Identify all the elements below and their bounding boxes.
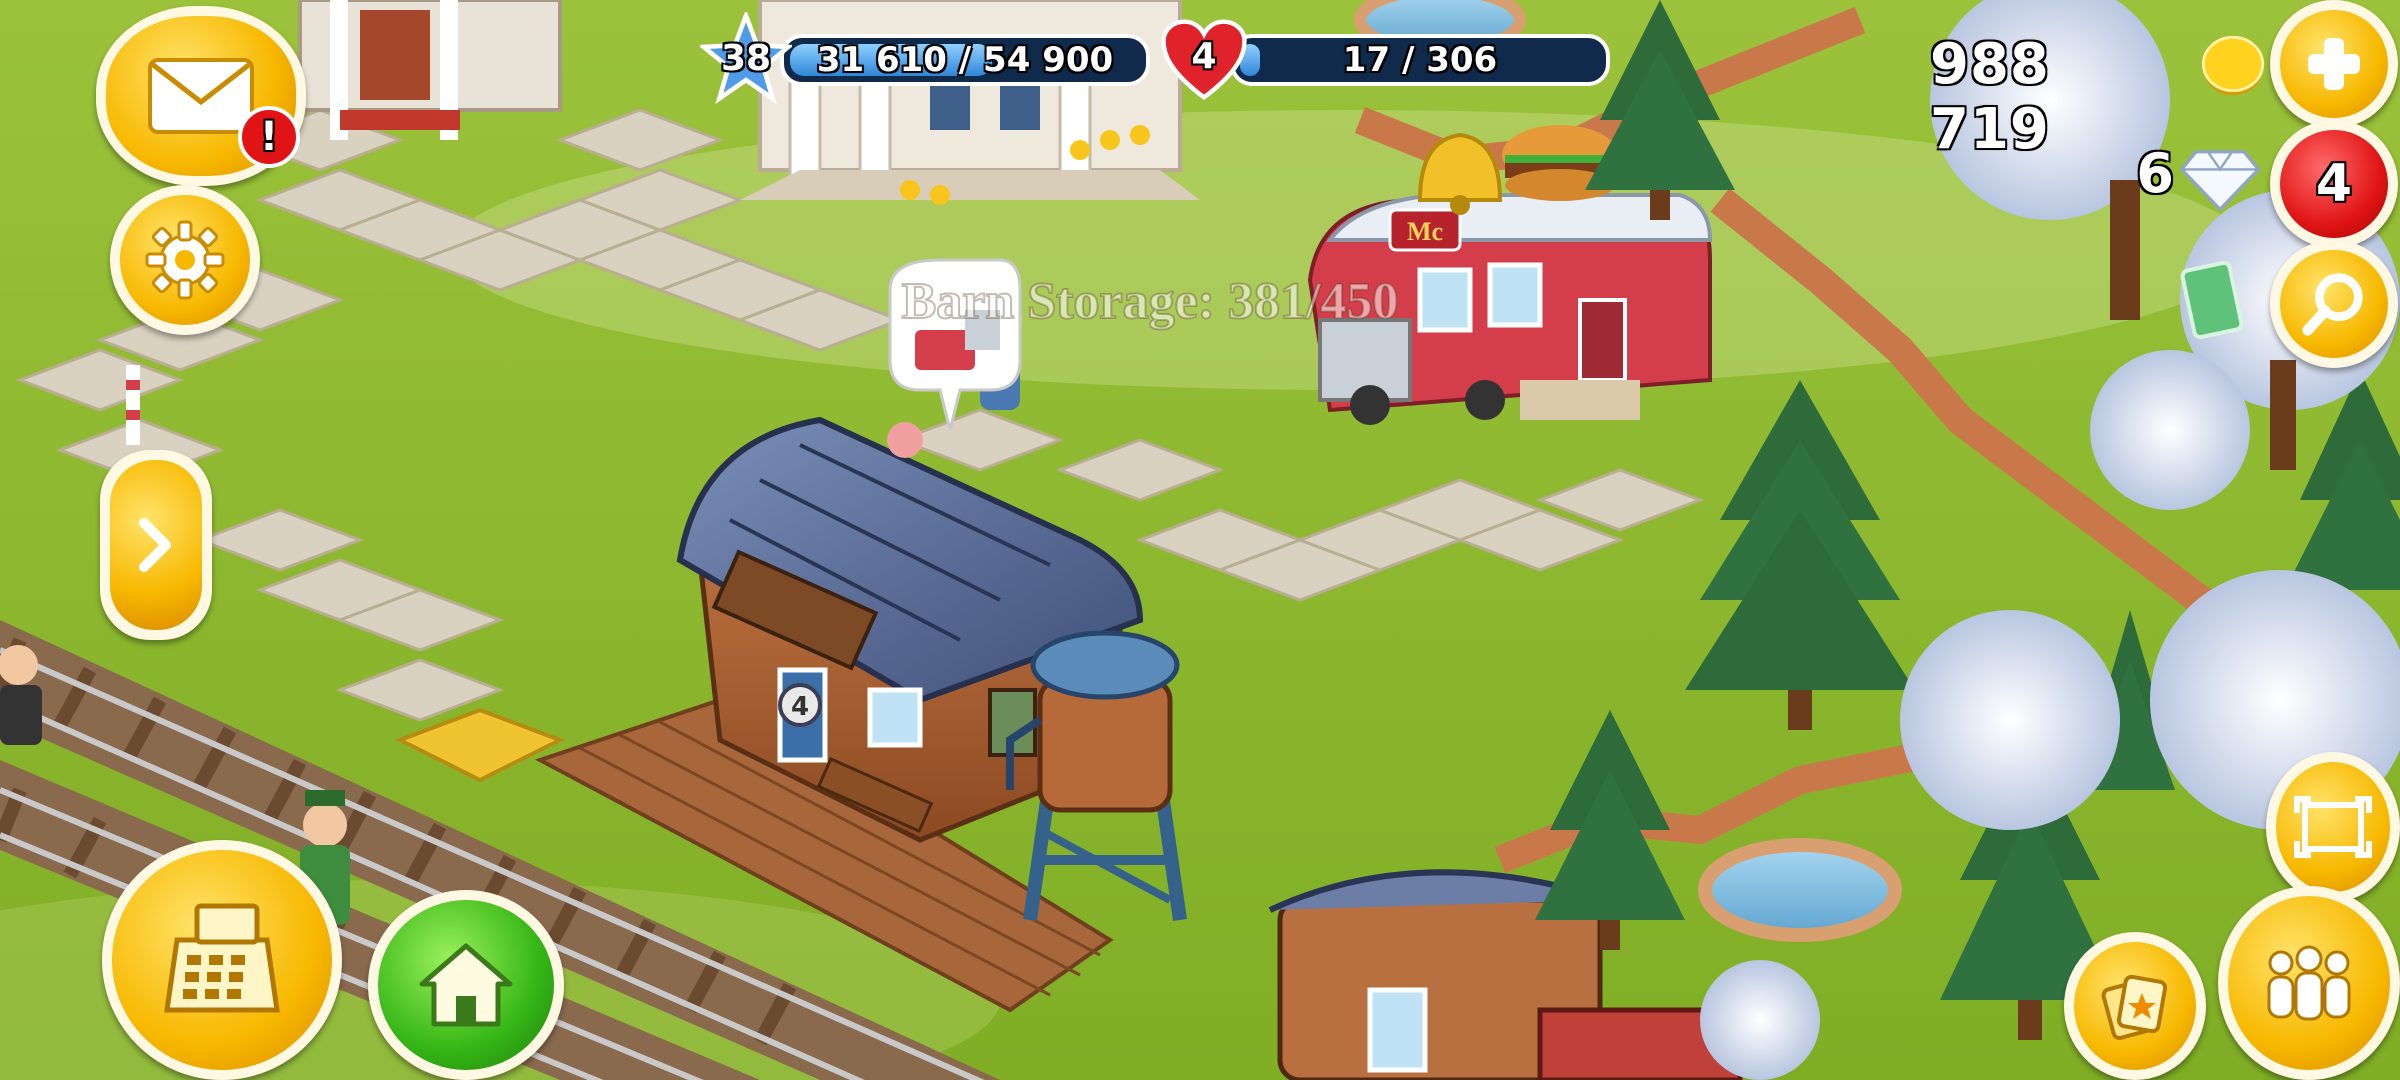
reputation-text: 17 / 306 xyxy=(1342,40,1498,80)
pond xyxy=(1698,838,1902,942)
plus-icon xyxy=(2308,38,2360,90)
diamond-count: 6 xyxy=(2136,142,2174,205)
magnifier-icon xyxy=(2302,273,2363,336)
settings-button[interactable] xyxy=(110,185,260,335)
search-button[interactable] xyxy=(2270,240,2398,368)
expand-menu-button[interactable] xyxy=(100,450,212,640)
diamonds-display: 6 xyxy=(2100,140,2260,220)
barn-storage-text: Barn Storage: 381/450 xyxy=(902,273,1399,330)
villager-character[interactable] xyxy=(887,422,923,458)
level-number: 38 xyxy=(720,38,772,79)
heart-count: 4 xyxy=(1191,36,1217,77)
notifications-button[interactable]: 4 xyxy=(2270,120,2398,248)
home-button[interactable] xyxy=(368,890,564,1080)
friends-button[interactable] xyxy=(2218,886,2400,1080)
station-plate: 4 xyxy=(791,692,809,722)
mail-alert-badge: ! xyxy=(238,106,300,168)
mail-alert-mark: ! xyxy=(259,114,279,160)
chevron-right-icon xyxy=(139,518,171,572)
camera-view-button[interactable] xyxy=(2266,752,2400,902)
cards-button[interactable] xyxy=(2064,932,2206,1080)
old-man-character[interactable] xyxy=(0,645,42,745)
reputation-bar: 17 / 306 xyxy=(1230,34,1610,86)
add-coins-button[interactable] xyxy=(2270,0,2398,128)
diamond-icon xyxy=(2180,150,2260,212)
coins-display: 988 719 xyxy=(1930,30,2270,162)
xp-text: 31 610 / 54 900 xyxy=(816,40,1114,80)
reputation-panel[interactable]: 17 / 306 4 xyxy=(1160,19,1610,101)
xp-bar: 31 610 / 54 900 xyxy=(780,34,1150,86)
notifications-badge: 4 xyxy=(2315,154,2353,214)
shop-button[interactable] xyxy=(102,840,342,1080)
house-icon xyxy=(419,943,513,1027)
xp-panel[interactable]: 31 610 / 54 900 38 xyxy=(700,12,1150,104)
farm-scene[interactable]: Mc 4 Barn Storage: 381/450 xyxy=(0,0,2400,1080)
diner-sign: Mc xyxy=(1407,217,1443,246)
gear-icon xyxy=(145,220,225,300)
people-icon xyxy=(2267,945,2351,1021)
coin-icon xyxy=(2201,35,2265,96)
fence-post xyxy=(126,365,140,445)
resize-arrows-icon xyxy=(2294,796,2372,858)
cash-register-icon xyxy=(164,903,280,1013)
cards-icon xyxy=(2101,974,2168,1040)
